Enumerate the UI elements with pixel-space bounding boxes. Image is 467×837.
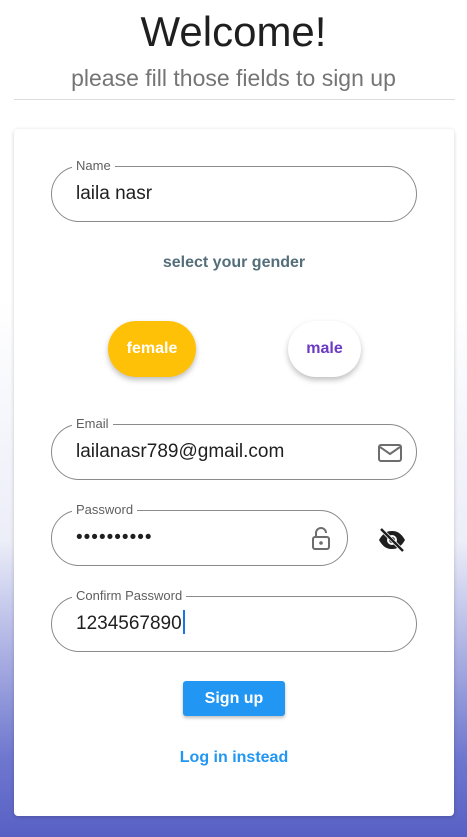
- page-header: Welcome! please fill those fields to sig…: [0, 0, 467, 92]
- login-link[interactable]: Log in instead: [14, 749, 454, 767]
- mail-icon: [378, 444, 402, 462]
- eye-off-icon[interactable]: [377, 525, 407, 555]
- signup-button[interactable]: Sign up: [183, 681, 285, 716]
- lock-open-icon: [312, 527, 330, 550]
- confirm-password-value: 1234567890: [76, 597, 185, 651]
- gender-female-button[interactable]: female: [108, 321, 196, 377]
- header-divider: [14, 99, 455, 100]
- password-value: ••••••••••: [76, 527, 153, 548]
- confirm-password-text: 1234567890: [76, 613, 182, 634]
- gender-heading: select your gender: [162, 254, 306, 271]
- text-caret: [182, 609, 185, 634]
- page-title: Welcome!: [140, 8, 327, 55]
- page-subtitle: please fill those fields to sign up: [71, 65, 396, 91]
- confirm-password-field[interactable]: Confirm Password 1234567890: [51, 588, 417, 652]
- email-field[interactable]: Email lailanasr789@gmail.com: [51, 416, 417, 480]
- gender-male-button[interactable]: male: [288, 321, 361, 377]
- name-field[interactable]: Name laila nasr: [51, 158, 417, 222]
- password-field[interactable]: Password ••••••••••: [51, 502, 348, 566]
- email-value: lailanasr789@gmail.com: [76, 441, 285, 462]
- name-value: laila nasr: [76, 183, 153, 204]
- signup-card: Name laila nasr select your gender femal…: [14, 129, 454, 816]
